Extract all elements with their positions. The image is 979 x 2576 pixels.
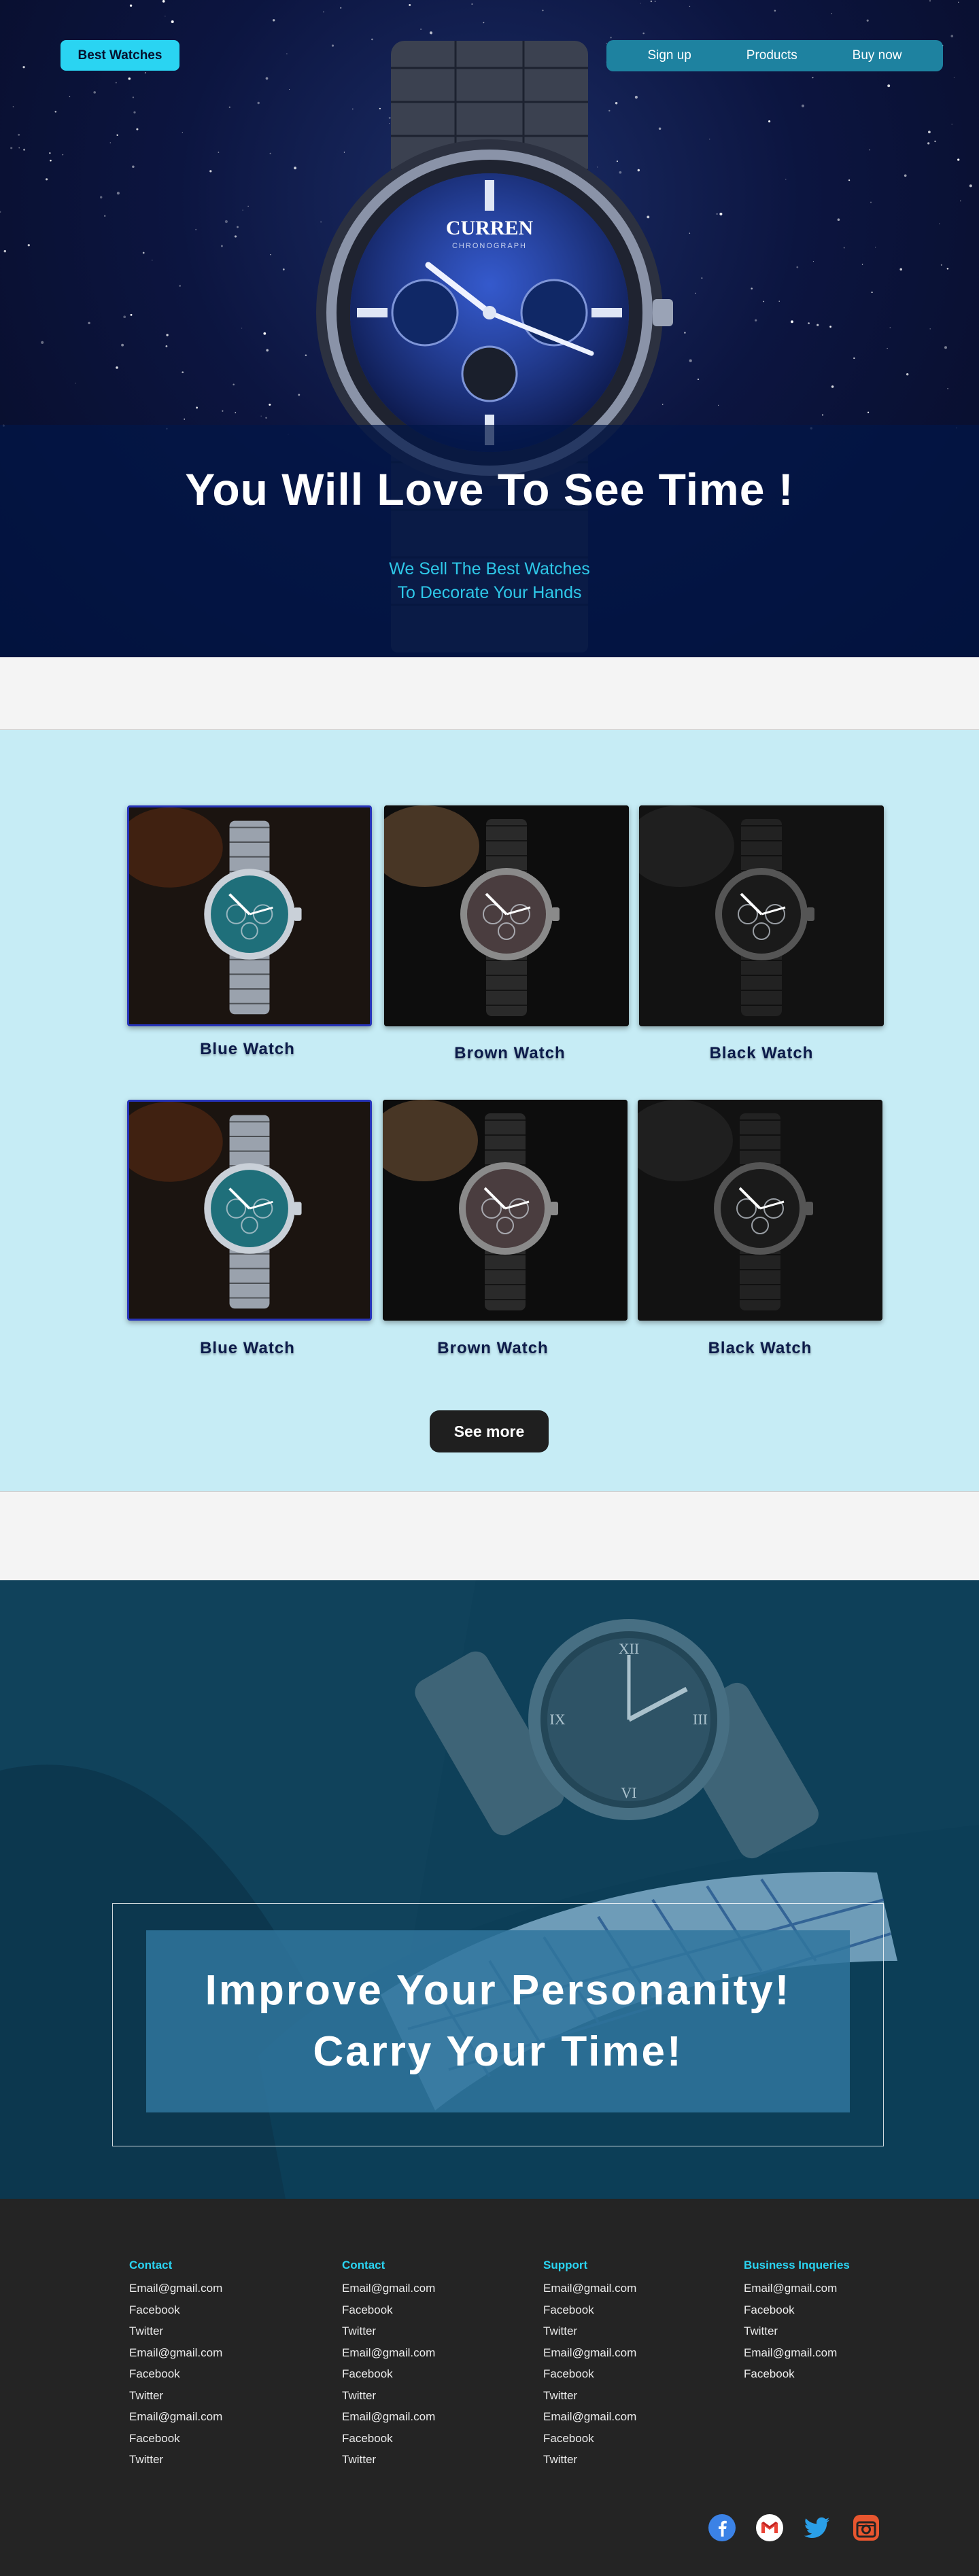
- product-card-blue-watch[interactable]: [127, 1100, 372, 1321]
- product-image: [383, 1100, 628, 1321]
- footer-column-contact: Contact Email@gmail.com Facebook Twitter Em…: [342, 2259, 532, 2471]
- footer-link[interactable]: Facebook: [129, 2299, 320, 2321]
- footer-links: Email@gmail.com Facebook Twitter Email@gmai…: [744, 2278, 934, 2385]
- footer-link[interactable]: Twitter: [342, 2320, 532, 2342]
- facebook-icon[interactable]: [707, 2513, 737, 2543]
- svg-text:CHRONOGRAPH: CHRONOGRAPH: [452, 242, 527, 250]
- footer-link[interactable]: Twitter: [129, 2320, 320, 2342]
- footer-link[interactable]: Facebook: [342, 2363, 532, 2385]
- top-nav: Sign up Products Buy now: [606, 40, 943, 71]
- footer-link[interactable]: Email@gmail.com: [129, 2406, 320, 2428]
- footer-link[interactable]: Twitter: [129, 2449, 320, 2471]
- footer-column-business-inquiries: Business Inqueries Email@gmail.com Facebo…: [744, 2259, 934, 2385]
- product-image: [638, 1100, 882, 1321]
- footer-link[interactable]: Twitter: [129, 2385, 320, 2407]
- footer-links: Email@gmail.com Facebook Twitter Email@gmai…: [342, 2278, 532, 2471]
- footer-column-title: Contact: [342, 2259, 385, 2272]
- product-caption[interactable]: Brown Watch: [388, 1044, 632, 1063]
- footer-link[interactable]: Facebook: [543, 2428, 734, 2450]
- product-card-blue-watch[interactable]: [127, 805, 372, 1026]
- hero-overlay-band: [0, 425, 979, 657]
- footer-column-title: Contact: [129, 2259, 173, 2272]
- footer-column-title: Business Inqueries: [744, 2259, 850, 2272]
- product-caption[interactable]: Blue Watch: [125, 1040, 370, 1059]
- footer-link[interactable]: Email@gmail.com: [543, 2278, 734, 2299]
- footer-link[interactable]: Facebook: [129, 2363, 320, 2385]
- footer-link[interactable]: Email@gmail.com: [543, 2342, 734, 2364]
- footer-column-contact: Contact Email@gmail.com Facebook Twitter Em…: [129, 2259, 320, 2471]
- brand-logo-button[interactable]: Best Watches: [61, 40, 179, 71]
- footer-links: Email@gmail.com Facebook Twitter Email@gmai…: [129, 2278, 320, 2471]
- footer-link[interactable]: Email@gmail.com: [744, 2278, 934, 2299]
- footer-link[interactable]: Email@gmail.com: [129, 2278, 320, 2299]
- footer-link[interactable]: Email@gmail.com: [129, 2342, 320, 2364]
- footer-link[interactable]: Email@gmail.com: [342, 2278, 532, 2299]
- footer-column-support: Support Email@gmail.com Facebook Twitter Em…: [543, 2259, 734, 2471]
- product-card-brown-watch[interactable]: [383, 1100, 628, 1321]
- product-caption[interactable]: Brown Watch: [371, 1339, 615, 1358]
- footer-link[interactable]: Facebook: [543, 2299, 734, 2321]
- twitter-icon[interactable]: [802, 2513, 832, 2543]
- footer-link[interactable]: Email@gmail.com: [543, 2406, 734, 2428]
- nav-sign-up[interactable]: Sign up: [647, 48, 691, 63]
- footer-link[interactable]: Facebook: [744, 2299, 934, 2321]
- svg-text:CURREN: CURREN: [446, 217, 534, 239]
- footer-link[interactable]: Facebook: [342, 2299, 532, 2321]
- spacer-top: [0, 657, 979, 730]
- hero-subtitle-line-1: We Sell The Best Watches: [389, 559, 590, 578]
- instagram-icon[interactable]: [851, 2513, 881, 2543]
- product-image: [129, 1102, 370, 1319]
- hero-subtitle-line-2: To Decorate Your Hands: [397, 583, 582, 602]
- footer-link[interactable]: Email@gmail.com: [744, 2342, 934, 2364]
- footer-link[interactable]: Twitter: [744, 2320, 934, 2342]
- footer-link[interactable]: Email@gmail.com: [342, 2406, 532, 2428]
- gmail-icon[interactable]: [755, 2513, 785, 2543]
- promo-banner: Improve Your Personanity! Carry Your Tim…: [146, 1930, 850, 2112]
- footer-link[interactable]: Twitter: [543, 2385, 734, 2407]
- see-more-button[interactable]: See more: [430, 1410, 549, 1452]
- footer-link[interactable]: Twitter: [543, 2320, 734, 2342]
- promo-line-2: Carry Your Time!: [313, 2028, 683, 2075]
- spacer-bottom: [0, 1491, 979, 1580]
- product-caption[interactable]: Blue Watch: [125, 1339, 370, 1358]
- product-caption[interactable]: Black Watch: [639, 1044, 884, 1063]
- footer-links: Email@gmail.com Facebook Twitter Email@gmai…: [543, 2278, 734, 2471]
- nav-products[interactable]: Products: [746, 48, 797, 63]
- footer-link[interactable]: Email@gmail.com: [342, 2342, 532, 2364]
- footer-link[interactable]: Twitter: [342, 2385, 532, 2407]
- nav-buy-now[interactable]: Buy now: [853, 48, 902, 63]
- product-image: [129, 807, 370, 1024]
- footer-link[interactable]: Facebook: [543, 2363, 734, 2385]
- footer-link[interactable]: Twitter: [543, 2449, 734, 2471]
- footer-link[interactable]: Facebook: [744, 2363, 934, 2385]
- hero-subtitle: We Sell The Best Watches To Decorate You…: [0, 557, 979, 605]
- product-card-brown-watch[interactable]: [384, 805, 629, 1026]
- hero-section: CURREN CHRONOGRAPH Best Watches Sign up …: [0, 0, 979, 657]
- footer-column-title: Support: [543, 2259, 588, 2272]
- product-caption[interactable]: Black Watch: [638, 1339, 882, 1358]
- footer-link[interactable]: Facebook: [342, 2428, 532, 2450]
- product-image: [639, 805, 884, 1026]
- footer-link[interactable]: Twitter: [342, 2449, 532, 2471]
- product-card-black-watch[interactable]: [639, 805, 884, 1026]
- product-image: [384, 805, 629, 1026]
- hero-title: You Will Love To See Time !: [185, 464, 794, 515]
- footer-link[interactable]: Facebook: [129, 2428, 320, 2450]
- promo-line-1: Improve Your Personanity!: [205, 1967, 791, 2014]
- product-card-black-watch[interactable]: [638, 1100, 882, 1321]
